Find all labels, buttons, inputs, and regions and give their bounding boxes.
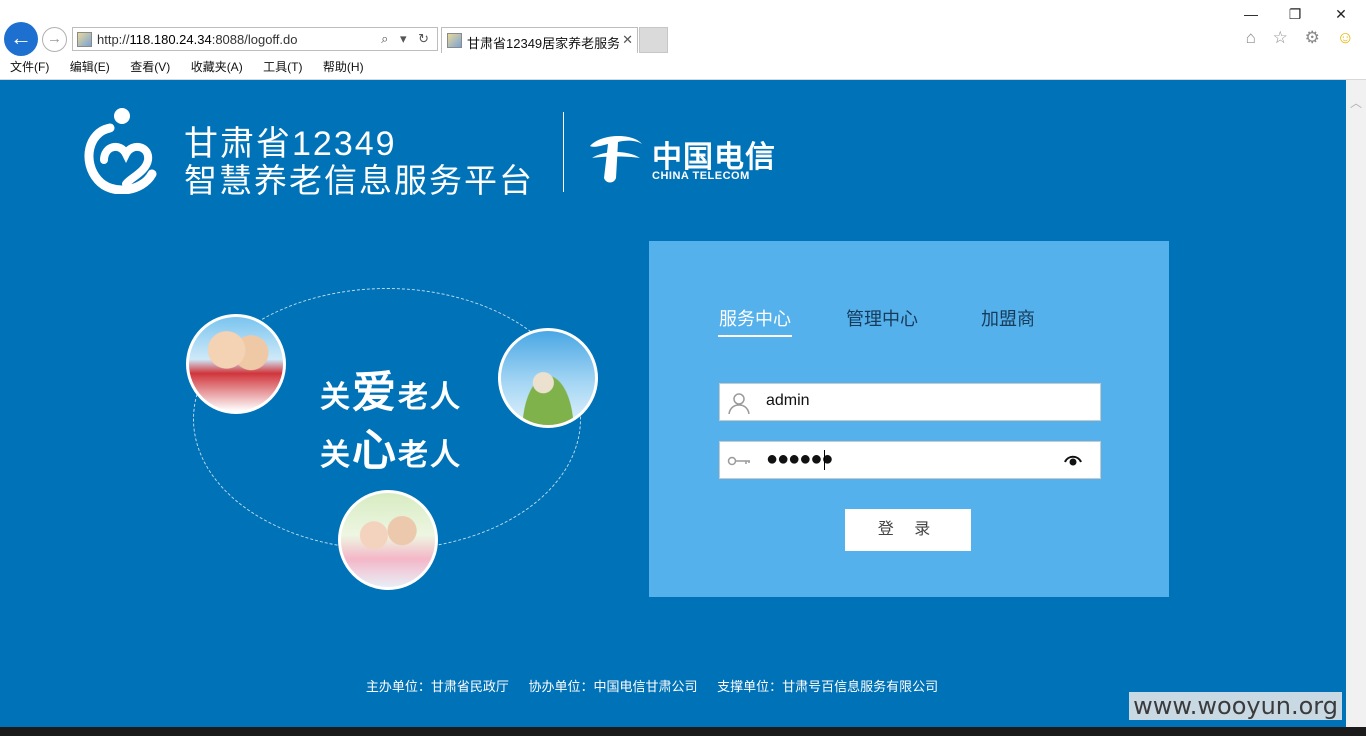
menu-file[interactable]: 文件(F) bbox=[10, 57, 49, 77]
close-window-button[interactable]: ✕ bbox=[1318, 4, 1364, 24]
password-value: ●●●●●● bbox=[766, 448, 833, 470]
restore-button[interactable]: ❐ bbox=[1272, 4, 1318, 24]
browser-tab[interactable]: 甘肃省12349居家养老服务... ✕ bbox=[441, 27, 638, 53]
username-field[interactable]: admin bbox=[719, 383, 1101, 421]
elderly-tea-photo bbox=[338, 490, 438, 590]
partner-name-en: CHINA TELECOM bbox=[652, 170, 750, 182]
vertical-scrollbar[interactable]: ︿ bbox=[1346, 80, 1366, 727]
footer-support: 支撑单位：甘肃号百信息服务有限公司 bbox=[717, 679, 939, 694]
menu-tools[interactable]: 工具(T) bbox=[263, 57, 302, 77]
address-bar[interactable]: http://118.180.24.34:8088/logoff.do ⌕ ▾ … bbox=[72, 27, 438, 51]
tab-management-center[interactable]: 管理中心 bbox=[846, 305, 918, 331]
slogan-love: 关爱老人 bbox=[320, 368, 462, 417]
menu-favorites[interactable]: 收藏夹(A) bbox=[191, 57, 243, 77]
menu-edit[interactable]: 编辑(E) bbox=[70, 57, 110, 77]
home-icon[interactable]: ⌂ bbox=[1246, 28, 1262, 47]
password-field[interactable]: ●●●●●● bbox=[719, 441, 1101, 479]
slogan-care: 关心老人 bbox=[320, 426, 462, 475]
browser-toolbar: ⌂ ☆ ⚙ ☺ bbox=[1246, 28, 1360, 48]
menu-help[interactable]: 帮助(H) bbox=[323, 57, 364, 77]
footer-co-host: 协办单位：中国电信甘肃公司 bbox=[528, 679, 698, 694]
china-telecom-logo-icon bbox=[590, 135, 642, 183]
taskbar-strip bbox=[0, 727, 1366, 736]
eye-icon[interactable] bbox=[1064, 452, 1082, 468]
login-tabs: 服务中心 管理中心 加盟商 bbox=[718, 305, 1119, 337]
gear-icon[interactable]: ⚙ bbox=[1305, 28, 1326, 47]
tab-service-center[interactable]: 服务中心 bbox=[718, 305, 792, 337]
new-tab-button[interactable] bbox=[639, 27, 668, 53]
username-value: admin bbox=[766, 392, 810, 409]
minimize-button[interactable]: — bbox=[1228, 4, 1274, 24]
favorites-star-icon[interactable]: ☆ bbox=[1273, 28, 1294, 47]
browser-chrome: — ❐ ✕ ← → http://118.180.24.34:8088/logo… bbox=[0, 0, 1366, 80]
feedback-smile-icon[interactable]: ☺ bbox=[1337, 28, 1360, 47]
brand-divider bbox=[563, 112, 564, 192]
tab-title: 甘肃省12349居家养老服务... bbox=[467, 36, 619, 51]
user-icon bbox=[728, 393, 750, 415]
url-text[interactable]: http://118.180.24.34:8088/logoff.do bbox=[97, 32, 298, 47]
wheelchair-walk-photo bbox=[498, 328, 598, 428]
text-caret bbox=[824, 450, 825, 470]
back-button[interactable]: ← bbox=[4, 22, 38, 56]
watermark: www.wooyun.org bbox=[1129, 692, 1342, 720]
forward-button[interactable]: → bbox=[42, 27, 67, 52]
scroll-up-icon[interactable]: ︿ bbox=[1350, 94, 1362, 111]
footer: 主办单位：甘肃省民政厅 协办单位：中国电信甘肃公司 支撑单位：甘肃号百信息服务有… bbox=[0, 676, 1304, 695]
address-tools[interactable]: ⌕ ▾ ↻ bbox=[381, 31, 433, 47]
menu-bar: 文件(F) 编辑(E) 查看(V) 收藏夹(A) 工具(T) 帮助(H) bbox=[0, 57, 1366, 77]
page-favicon-icon bbox=[77, 32, 92, 47]
login-panel: 服务中心 管理中心 加盟商 admin ●●●●●● 登 录 bbox=[649, 241, 1169, 597]
tab-close-icon[interactable]: ✕ bbox=[622, 32, 633, 48]
login-button[interactable]: 登 录 bbox=[845, 509, 971, 551]
tab-franchisee[interactable]: 加盟商 bbox=[981, 305, 1035, 331]
elderly-care-logo-icon bbox=[84, 108, 157, 194]
key-icon bbox=[727, 456, 750, 466]
elderly-couple-photo bbox=[186, 314, 286, 414]
login-page: 甘肃省12349 智慧养老信息服务平台 中国电信 CHINA TELECOM 关… bbox=[0, 80, 1346, 727]
footer-host: 主办单位：甘肃省民政厅 bbox=[365, 679, 509, 694]
menu-view[interactable]: 查看(V) bbox=[130, 57, 170, 77]
brand-title-line2: 智慧养老信息服务平台 bbox=[184, 162, 534, 199]
tab-favicon-icon bbox=[447, 33, 462, 48]
